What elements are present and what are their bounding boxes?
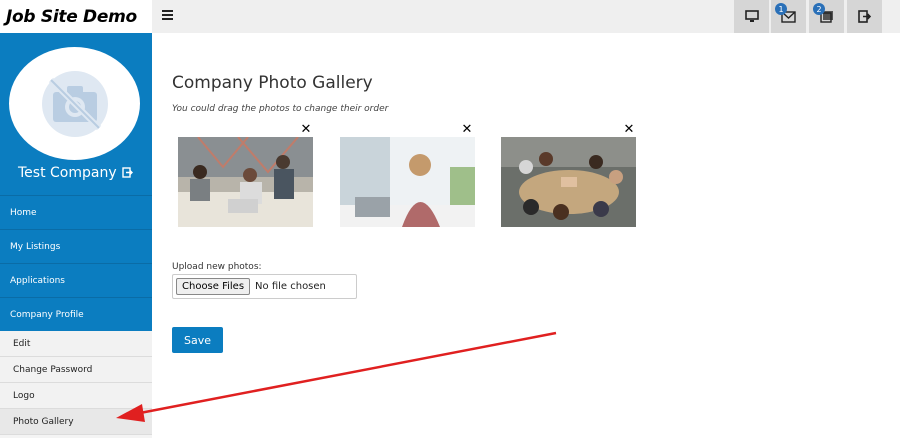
sidebar-item-company-profile[interactable]: Company Profile bbox=[0, 297, 152, 331]
gallery-photo-3[interactable] bbox=[501, 137, 636, 227]
gallery-photo-1[interactable] bbox=[178, 137, 313, 227]
notifications-button[interactable]: 2 bbox=[809, 0, 844, 33]
logout-icon bbox=[858, 10, 871, 23]
messages-button[interactable]: 1 bbox=[771, 0, 806, 33]
sidebar-item-my-listings[interactable]: My Listings bbox=[0, 229, 152, 263]
sidebar-subitem-edit[interactable]: Edit bbox=[0, 331, 152, 357]
logout-button[interactable] bbox=[847, 0, 882, 33]
sidebar-item-applications[interactable]: Applications bbox=[0, 263, 152, 297]
drag-hint: You could drag the photos to change thei… bbox=[172, 104, 389, 114]
monitor-icon bbox=[744, 10, 759, 22]
sidebar-subitem-change-password[interactable]: Change Password bbox=[0, 357, 152, 383]
remove-photo-1-icon[interactable]: ✕ bbox=[300, 123, 312, 136]
company-name: Test Company bbox=[18, 165, 117, 181]
upload-label: Upload new photos: bbox=[172, 262, 262, 272]
file-input[interactable]: Choose Files No file chosen bbox=[172, 274, 357, 299]
top-bar: Job Site Demo 1 2 bbox=[0, 0, 900, 33]
logout-icon[interactable] bbox=[122, 167, 133, 178]
profile-panel: Test Company bbox=[0, 33, 152, 195]
notifications-badge: 2 bbox=[813, 3, 825, 15]
remove-photo-2-icon[interactable]: ✕ bbox=[461, 123, 473, 136]
company-avatar[interactable] bbox=[9, 47, 140, 160]
sidebar: Test Company Home My Listings Applicatio… bbox=[0, 33, 152, 438]
page-title: Company Photo Gallery bbox=[172, 73, 373, 93]
messages-badge: 1 bbox=[775, 3, 787, 15]
choose-files-button[interactable]: Choose Files bbox=[176, 278, 251, 295]
sidebar-item-home[interactable]: Home bbox=[0, 195, 152, 229]
file-status: No file chosen bbox=[255, 281, 326, 292]
sidebar-subitem-logo[interactable]: Logo bbox=[0, 383, 152, 409]
site-brand[interactable]: Job Site Demo bbox=[0, 0, 152, 33]
monitor-button[interactable] bbox=[734, 0, 769, 33]
gallery-photo-2[interactable] bbox=[340, 137, 475, 227]
sidebar-subitem-photo-gallery[interactable]: Photo Gallery bbox=[0, 409, 152, 435]
no-photo-icon bbox=[41, 70, 108, 137]
save-button[interactable]: Save bbox=[172, 327, 223, 353]
hamburger-icon[interactable] bbox=[162, 10, 173, 20]
remove-photo-3-icon[interactable]: ✕ bbox=[623, 123, 635, 136]
